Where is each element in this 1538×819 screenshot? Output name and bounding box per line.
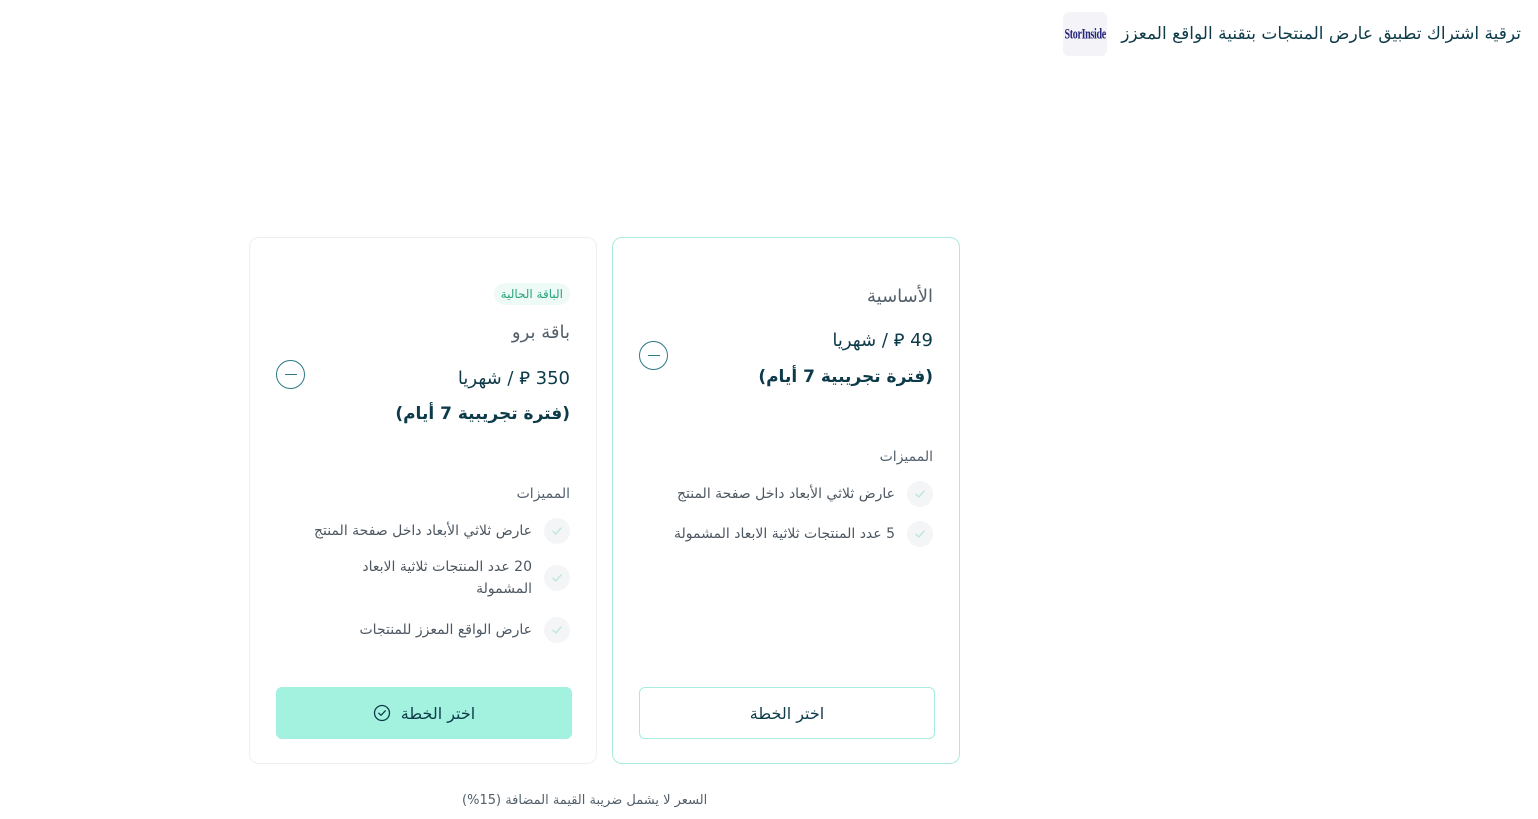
- choose-plan-label: اختر الخطة: [749, 703, 825, 723]
- feature-item: عارض الواقع المعزز للمنتجات: [359, 617, 570, 643]
- choose-plan-button[interactable]: اختر الخطة: [276, 687, 572, 739]
- minus-icon: [284, 373, 297, 376]
- minus-icon: [647, 354, 660, 357]
- feature-item: 5 عدد المنتجات ثلاثية الابعاد المشمولة: [674, 521, 933, 547]
- plan-name: باقة برو: [511, 322, 570, 343]
- collapse-button[interactable]: [639, 341, 668, 370]
- vat-note: السعر لا يشمل ضريبة القيمة المضافة (15%): [462, 793, 708, 808]
- current-plan-badge: الباقة الحالية: [493, 283, 570, 305]
- check-icon: [907, 481, 933, 507]
- page-title: ترقية اشتراك تطبيق عارض المنتجات بتقنية …: [1121, 24, 1521, 44]
- feature-text: عارض ثلاثي الأبعاد داخل صفحة المنتج: [676, 486, 895, 502]
- plan-card-pro: الباقة الحالية باقة برو 350 ⃁ / شهريا (ف…: [249, 237, 597, 764]
- plan-price: 350 ⃁ / شهريا: [457, 368, 570, 389]
- plan-price: 49 ⃁ / شهريا: [832, 330, 933, 351]
- feature-text: عارض الواقع المعزز للمنتجات: [359, 622, 533, 638]
- app-logo: StorInside: [1063, 12, 1108, 56]
- choose-plan-button[interactable]: اختر الخطة: [639, 687, 935, 739]
- app-logo-text: StorInside: [1064, 25, 1106, 43]
- plan-name: الأساسية: [867, 286, 933, 307]
- choose-plan-label: اختر الخطة: [400, 703, 476, 723]
- plan-trial: (فترة تجريبية 7 أيام): [758, 367, 933, 387]
- plans-container: الباقة الحالية باقة برو 350 ⃁ / شهريا (ف…: [249, 237, 962, 766]
- feature-item: عارض ثلاثي الأبعاد داخل صفحة المنتج: [314, 518, 570, 544]
- check-icon: [907, 521, 933, 547]
- page-header: StorInside ترقية اشتراك تطبيق عارض المنت…: [1063, 12, 1521, 56]
- check-icon: [544, 518, 570, 544]
- feature-text: 20 عدد المنتجات ثلاثية الابعاد المشمولة: [362, 559, 532, 597]
- plan-trial: (فترة تجريبية 7 أيام): [395, 404, 570, 424]
- feature-text: 5 عدد المنتجات ثلاثية الابعاد المشمولة: [673, 526, 895, 542]
- check-icon: [544, 617, 570, 643]
- check-icon: [544, 565, 570, 591]
- feature-text: عارض ثلاثي الأبعاد داخل صفحة المنتج: [313, 523, 532, 539]
- features-title: المميزات: [879, 449, 933, 465]
- check-circle-icon: [373, 704, 390, 722]
- feature-item: 20 عدد المنتجات ثلاثية الابعاد المشمولة: [332, 556, 570, 600]
- plan-card-basic: الأساسية 49 ⃁ / شهريا (فترة تجريبية 7 أي…: [612, 237, 960, 764]
- collapse-button[interactable]: [276, 360, 305, 389]
- feature-item: عارض ثلاثي الأبعاد داخل صفحة المنتج: [677, 481, 933, 507]
- features-title: المميزات: [516, 486, 570, 502]
